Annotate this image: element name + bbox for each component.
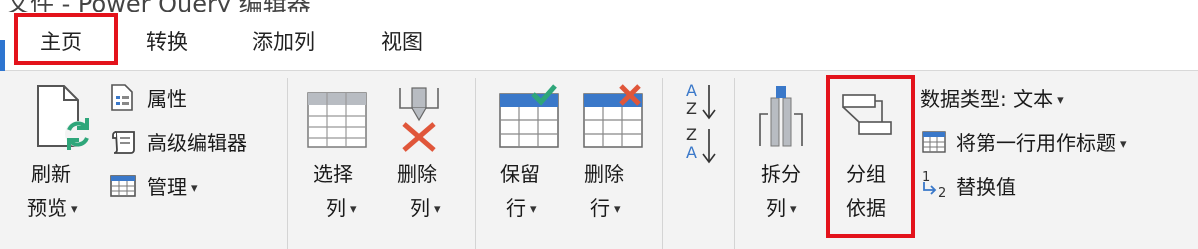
chevron-down-icon: ▾ bbox=[350, 202, 357, 217]
sort-asc-bottom-letter: Z bbox=[686, 99, 697, 118]
chevron-down-icon: ▾ bbox=[530, 202, 537, 217]
refresh-label-line2: 预览 bbox=[27, 196, 67, 220]
properties-label: 属性 bbox=[147, 87, 187, 111]
home-tab-highlight bbox=[14, 13, 118, 65]
manage-label: 管理 bbox=[147, 175, 187, 199]
group-separator bbox=[287, 78, 288, 249]
refresh-document-icon bbox=[37, 85, 91, 150]
replace-arrow-icon bbox=[923, 182, 937, 195]
window-title: 文件 - Power Query 编辑器 bbox=[6, 0, 311, 12]
sort-descending-button[interactable]: Z A bbox=[682, 126, 722, 170]
choose-columns-icon bbox=[307, 92, 367, 148]
sort-desc-top-letter: Z bbox=[686, 125, 697, 144]
split-column-line2: 列 bbox=[766, 196, 786, 220]
tab-add-column[interactable]: 添加列 bbox=[252, 26, 315, 56]
tab-view[interactable]: 视图 bbox=[381, 26, 423, 56]
chevron-down-icon: ▾ bbox=[434, 202, 441, 217]
group-separator bbox=[734, 78, 735, 249]
arrow-down-icon bbox=[702, 129, 716, 164]
chevron-down-icon: ▾ bbox=[1120, 137, 1127, 152]
data-type-label: 数据类型: 文本 bbox=[920, 87, 1054, 111]
refresh-label-line1: 刷新 bbox=[31, 162, 71, 186]
table-header-icon bbox=[922, 131, 946, 153]
arrow-down-icon bbox=[702, 85, 716, 120]
manage-table-icon bbox=[110, 175, 136, 197]
choose-columns-line1: 选择 bbox=[313, 162, 353, 186]
sort-asc-top-letter: A bbox=[686, 81, 697, 100]
choose-columns-line2: 列 bbox=[326, 196, 346, 220]
replace-icon-digit-2: 2 bbox=[938, 186, 947, 201]
ribbon-tab-bar: 主页 转换 添加列 视图 bbox=[0, 12, 1198, 80]
chevron-down-icon: ▾ bbox=[614, 202, 621, 217]
remove-columns-line2: 列 bbox=[410, 196, 430, 220]
group-separator bbox=[475, 78, 476, 249]
keep-rows-line1: 保留 bbox=[500, 162, 540, 186]
first-row-header-label: 将第一行用作标题 bbox=[956, 131, 1116, 155]
keep-rows-icon bbox=[499, 84, 559, 148]
group-by-highlight bbox=[826, 75, 915, 238]
split-column-icon bbox=[759, 86, 803, 147]
remove-rows-line1: 删除 bbox=[584, 162, 624, 186]
remove-columns-icon bbox=[399, 87, 439, 152]
replace-values-icon: 1 2 bbox=[922, 170, 950, 204]
chevron-down-icon: ▾ bbox=[790, 202, 797, 217]
scroll-icon bbox=[112, 131, 135, 154]
remove-rows-line2: 行 bbox=[590, 196, 610, 220]
replace-values-label: 替换值 bbox=[956, 175, 1016, 199]
sort-ascending-button[interactable]: A Z bbox=[682, 82, 722, 126]
chevron-down-icon: ▾ bbox=[191, 181, 198, 196]
chevron-down-icon: ▾ bbox=[71, 202, 78, 217]
sort-desc-bottom-letter: A bbox=[686, 143, 697, 162]
remove-rows-icon bbox=[583, 84, 643, 148]
keep-rows-line2: 行 bbox=[506, 196, 526, 220]
tab-transform[interactable]: 转换 bbox=[146, 26, 188, 56]
properties-icon bbox=[111, 84, 133, 111]
chevron-down-icon: ▾ bbox=[1057, 93, 1064, 108]
group-separator bbox=[662, 78, 663, 249]
title-bar: 文件 - Power Query 编辑器 bbox=[0, 0, 1198, 12]
remove-columns-line1: 删除 bbox=[397, 162, 437, 186]
advanced-editor-label: 高级编辑器 bbox=[147, 131, 247, 155]
split-column-line1: 拆分 bbox=[761, 162, 801, 186]
